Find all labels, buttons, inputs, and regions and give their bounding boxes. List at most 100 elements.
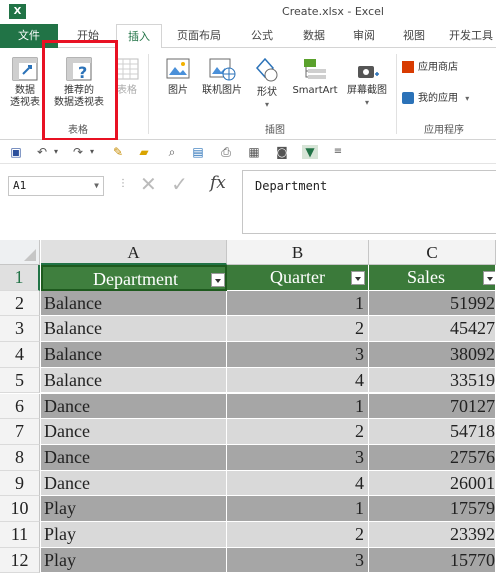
- store-bag-icon: [402, 61, 414, 73]
- shapes-button[interactable]: 形状 ▾: [250, 56, 284, 111]
- online-picture-button[interactable]: 联机图片: [196, 56, 248, 97]
- shapes-label: 形状: [257, 87, 277, 98]
- more-options-icon[interactable]: ⋮: [118, 178, 128, 189]
- department-cell[interactable]: Balance: [41, 316, 227, 343]
- row-header[interactable]: 12: [0, 547, 40, 573]
- quarter-cell[interactable]: 3: [227, 342, 369, 368]
- worksheet-grid[interactable]: A B C 1 Department Quarter Sales 2 Balance 1 51…: [0, 240, 496, 573]
- tab-review[interactable]: 审阅: [342, 24, 386, 48]
- quarter-cell[interactable]: 4: [227, 470, 369, 497]
- column-header-c[interactable]: C: [369, 240, 496, 265]
- tab-page-layout[interactable]: 页面布局: [170, 24, 228, 48]
- column-header-b[interactable]: B: [227, 240, 369, 265]
- department-cell[interactable]: Balance: [41, 367, 227, 394]
- quarter-cell[interactable]: 1: [227, 290, 369, 317]
- quarter-cell[interactable]: 2: [227, 419, 369, 445]
- row-header[interactable]: 8: [0, 444, 40, 471]
- filter-dropdown-icon[interactable]: [483, 271, 495, 285]
- sales-cell[interactable]: 45427: [369, 316, 496, 343]
- screenshot-icon: [358, 66, 379, 78]
- cancel-icon[interactable]: ✕: [140, 172, 157, 196]
- customize-qat-icon[interactable]: ≡: [330, 145, 346, 159]
- department-cell[interactable]: Balance: [41, 342, 227, 368]
- name-box-dropdown-icon[interactable]: ▼: [94, 177, 99, 195]
- quarter-cell[interactable]: 1: [227, 393, 369, 420]
- quarter-cell[interactable]: 3: [227, 547, 369, 573]
- header-cell[interactable]: Sales: [369, 265, 496, 291]
- quarter-cell[interactable]: 3: [227, 444, 369, 471]
- row-header[interactable]: 4: [0, 342, 40, 368]
- my-apps-icon: [402, 92, 414, 104]
- sales-cell[interactable]: 54718: [369, 419, 496, 445]
- column-header-a[interactable]: A: [41, 240, 227, 265]
- pivottable-button[interactable]: 数据 透视表: [6, 56, 44, 109]
- edit-icon[interactable]: ▤: [190, 145, 206, 159]
- row-header[interactable]: 10: [0, 496, 40, 522]
- smartart-label: SmartArt: [292, 85, 338, 96]
- name-box[interactable]: A1 ▼: [8, 176, 104, 196]
- picture-button[interactable]: 图片: [160, 56, 196, 97]
- tab-formulas[interactable]: 公式: [240, 24, 284, 48]
- row-header[interactable]: 7: [0, 419, 40, 445]
- open-folder-icon[interactable]: ▰: [136, 145, 152, 159]
- department-cell[interactable]: Dance: [41, 444, 227, 471]
- enter-icon[interactable]: ✓: [171, 172, 188, 196]
- filter-dropdown-icon[interactable]: [211, 273, 225, 287]
- sales-cell[interactable]: 17579: [369, 496, 496, 522]
- app-store-button[interactable]: 应用商店: [402, 61, 496, 74]
- department-cell[interactable]: Dance: [41, 419, 227, 445]
- row-header[interactable]: 9: [0, 470, 40, 497]
- undo-dropdown-icon[interactable]: ▾: [48, 145, 64, 159]
- insert-function-button[interactable]: fx: [210, 173, 226, 193]
- sales-cell[interactable]: 38092: [369, 342, 496, 368]
- save-icon[interactable]: ▣: [8, 145, 24, 159]
- sales-cell[interactable]: 70127: [369, 393, 496, 420]
- shapes-dropdown-icon: ▾: [264, 100, 269, 109]
- format-painter-icon[interactable]: ✎: [110, 145, 126, 159]
- header-cell[interactable]: Department: [41, 265, 227, 291]
- quarter-cell[interactable]: 2: [227, 522, 369, 548]
- department-cell[interactable]: Play: [41, 496, 227, 522]
- table-label: 表格: [117, 85, 137, 96]
- sales-cell[interactable]: 23392: [369, 522, 496, 548]
- row-header[interactable]: 5: [0, 367, 40, 394]
- header-cell[interactable]: Quarter: [227, 265, 369, 291]
- row-header[interactable]: 1: [0, 265, 40, 291]
- tab-developer[interactable]: 开发工具: [442, 24, 496, 48]
- sales-cell[interactable]: 26001: [369, 470, 496, 497]
- tab-insert[interactable]: 插入: [116, 24, 162, 49]
- shapes-icon: [255, 57, 278, 82]
- department-cell[interactable]: Dance: [41, 393, 227, 420]
- screenshot-button[interactable]: 屏幕截图 ▾: [342, 56, 392, 109]
- sales-cell[interactable]: 27576: [369, 444, 496, 471]
- quarter-cell[interactable]: 4: [227, 367, 369, 394]
- select-all-corner[interactable]: [0, 240, 40, 265]
- department-cell[interactable]: Balance: [41, 290, 227, 317]
- row-header[interactable]: 3: [0, 316, 40, 343]
- formula-input[interactable]: Department: [242, 170, 496, 234]
- quarter-cell[interactable]: 2: [227, 316, 369, 343]
- sales-cell[interactable]: 33519: [369, 367, 496, 394]
- printer-icon[interactable]: ⎙: [218, 145, 234, 159]
- smartart-button[interactable]: SmartArt: [288, 56, 342, 97]
- camera-icon[interactable]: ◙: [274, 145, 290, 159]
- row-header[interactable]: 2: [0, 290, 40, 317]
- filter-icon[interactable]: ▼: [302, 145, 318, 159]
- quarter-cell[interactable]: 1: [227, 496, 369, 522]
- picture-label: 图片: [168, 85, 188, 96]
- sales-cell[interactable]: 15770: [369, 547, 496, 573]
- department-cell[interactable]: Play: [41, 547, 227, 573]
- table-grid-icon[interactable]: ▦: [246, 145, 262, 159]
- print-preview-icon[interactable]: ⌕: [164, 145, 180, 159]
- my-apps-button[interactable]: 我的应用 ▾: [402, 92, 496, 105]
- filter-dropdown-icon[interactable]: [351, 271, 365, 285]
- department-cell[interactable]: Dance: [41, 470, 227, 497]
- redo-dropdown-icon[interactable]: ▾: [84, 145, 100, 159]
- department-cell[interactable]: Play: [41, 522, 227, 548]
- tab-view[interactable]: 视图: [392, 24, 436, 48]
- row-header[interactable]: 6: [0, 393, 40, 420]
- tab-data[interactable]: 数据: [292, 24, 336, 48]
- row-header[interactable]: 11: [0, 522, 40, 548]
- header-label: Department: [93, 269, 178, 289]
- sales-cell[interactable]: 51992: [369, 290, 496, 317]
